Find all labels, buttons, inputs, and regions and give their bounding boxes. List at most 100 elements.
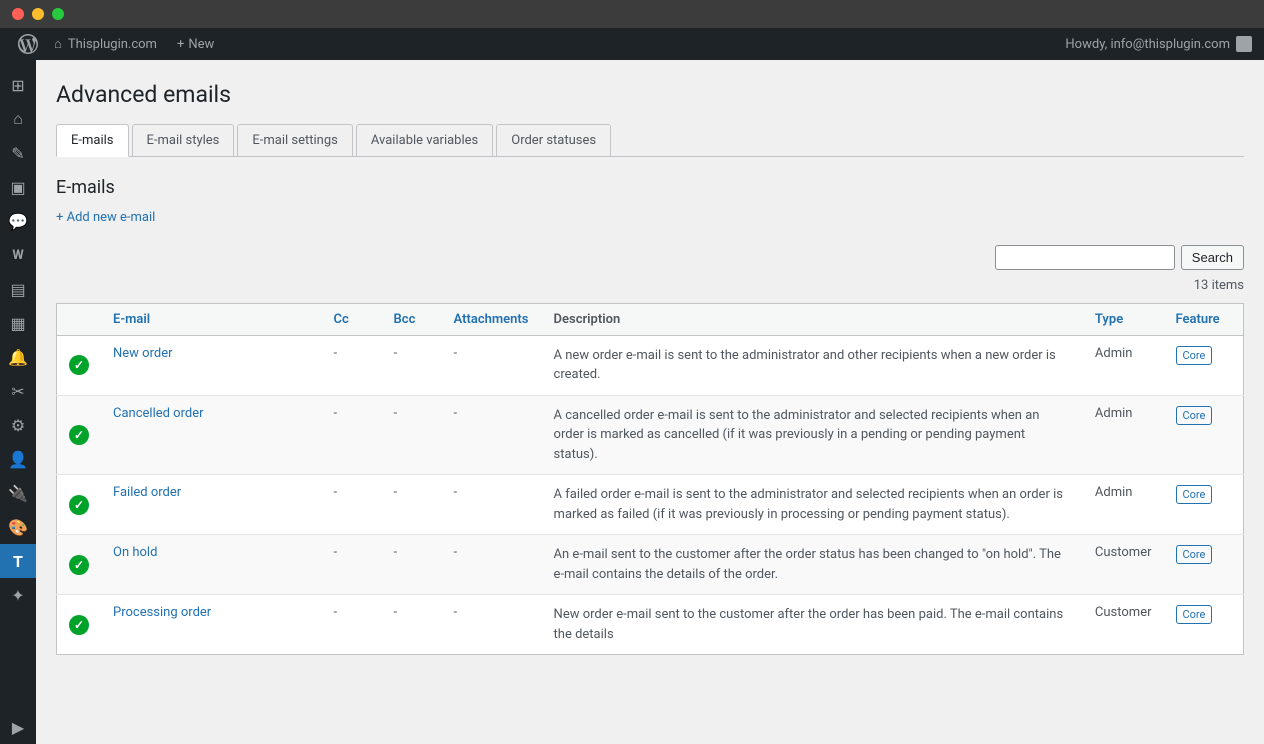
feature-cell: Core [1164, 535, 1244, 595]
email-name-link[interactable]: On hold [113, 545, 157, 560]
search-bar: Search [56, 245, 1244, 270]
status-cell [57, 535, 102, 595]
media-icon: ▣ [10, 178, 25, 197]
col-cc[interactable]: Cc [322, 303, 382, 335]
email-name-cell[interactable]: On hold [101, 535, 322, 595]
sidebar-item-collapse[interactable]: ▶ [0, 710, 36, 744]
minimize-button[interactable] [32, 8, 44, 20]
sidebar-item-pages[interactable]: ▤ [0, 272, 36, 306]
bcc-cell: - [382, 595, 442, 655]
extra-icon: ✦ [11, 586, 24, 605]
table-row: Failed order---A failed order e-mail is … [57, 475, 1244, 535]
sidebar-item-users[interactable]: 👤 [0, 442, 36, 476]
sidebar-item-woocommerce[interactable]: W [0, 238, 36, 272]
feature-cell: Core [1164, 395, 1244, 475]
col-bcc[interactable]: Bcc [382, 303, 442, 335]
avatar [1236, 36, 1252, 52]
attachments-cell: - [442, 535, 542, 595]
sidebar-item-settings[interactable]: ⚙ [0, 408, 36, 442]
type-cell: Customer [1083, 535, 1164, 595]
analytics-icon: ▦ [10, 314, 25, 333]
feature-cell: Core [1164, 475, 1244, 535]
sidebar-item-advanced-emails[interactable]: T [0, 544, 36, 578]
sidebar-item-analytics[interactable]: ▦ [0, 306, 36, 340]
status-active-icon [69, 425, 89, 445]
type-cell: Admin [1083, 335, 1164, 395]
add-new-email-link[interactable]: + Add new e-mail [56, 210, 155, 225]
site-name[interactable]: ⌂ Thisplugin.com [44, 36, 167, 52]
status-active-icon [69, 495, 89, 515]
col-type[interactable]: Type [1083, 303, 1164, 335]
col-feature[interactable]: Feature [1164, 303, 1244, 335]
table-row: Processing order---New order e-mail sent… [57, 595, 1244, 655]
tools-icon: ✂ [11, 382, 24, 401]
page-title: Advanced emails [56, 80, 1244, 110]
email-name-link[interactable]: Failed order [113, 485, 181, 500]
email-name-cell[interactable]: New order [101, 335, 322, 395]
core-badge: Core [1176, 605, 1213, 624]
sidebar-item-posts[interactable]: ✎ [0, 136, 36, 170]
sidebar-item-notifications[interactable]: 🔔 [0, 340, 36, 374]
bcc-cell: - [382, 335, 442, 395]
table-row: On hold---An e-mail sent to the customer… [57, 535, 1244, 595]
email-name-link[interactable]: New order [113, 346, 173, 361]
tab-email-settings[interactable]: E-mail settings [237, 124, 352, 156]
status-active-icon [69, 615, 89, 635]
settings-icon: ⚙ [11, 416, 25, 435]
sidebar-item-plugins[interactable]: 🔌 [0, 476, 36, 510]
sidebar-item-media[interactable]: ▣ [0, 170, 36, 204]
email-name-cell[interactable]: Failed order [101, 475, 322, 535]
email-name-link[interactable]: Cancelled order [113, 406, 204, 421]
search-input[interactable] [995, 245, 1175, 270]
sidebar-item-tools[interactable]: ✂ [0, 374, 36, 408]
tab-emails[interactable]: E-mails [56, 124, 129, 157]
description-cell: A new order e-mail is sent to the admini… [542, 335, 1083, 395]
tab-email-styles[interactable]: E-mail styles [132, 124, 235, 156]
home-icon: ⌂ [54, 36, 62, 52]
sidebar-item-appearance[interactable]: 🎨 [0, 510, 36, 544]
sidebar: ⊞ ⌂ ✎ ▣ 💬 W ▤ ▦ 🔔 ✂ ⚙ 👤 🔌 🎨 T ✦ ▶ [0, 60, 36, 744]
sidebar-item-comments[interactable]: 💬 [0, 204, 36, 238]
sidebar-item-wp[interactable]: ⊞ [0, 68, 36, 102]
core-badge: Core [1176, 545, 1213, 564]
maximize-button[interactable] [52, 8, 64, 20]
close-button[interactable] [12, 8, 24, 20]
cc-cell: - [322, 595, 382, 655]
status-cell [57, 335, 102, 395]
core-badge: Core [1176, 406, 1213, 425]
email-name-cell[interactable]: Processing order [101, 595, 322, 655]
comments-icon: 💬 [8, 212, 28, 231]
table-row: New order---A new order e-mail is sent t… [57, 335, 1244, 395]
status-cell [57, 595, 102, 655]
feature-cell: Core [1164, 595, 1244, 655]
type-cell: Customer [1083, 595, 1164, 655]
status-active-icon [69, 555, 89, 575]
tab-available-variables[interactable]: Available variables [356, 124, 493, 156]
core-badge: Core [1176, 485, 1213, 504]
email-name-link[interactable]: Processing order [113, 605, 211, 620]
col-status [57, 303, 102, 335]
window-chrome [0, 0, 1264, 28]
col-attachments[interactable]: Attachments [442, 303, 542, 335]
sidebar-item-dashboard[interactable]: ⌂ [0, 102, 36, 136]
description-cell: A cancelled order e-mail is sent to the … [542, 395, 1083, 475]
pages-icon: ▤ [10, 280, 25, 299]
users-icon: 👤 [8, 450, 28, 469]
section-title: E-mails [56, 177, 1244, 198]
new-content[interactable]: + New [167, 37, 224, 52]
admin-bar-right: Howdy, info@thisplugin.com [1065, 36, 1252, 52]
wp-logo[interactable] [12, 28, 44, 60]
description-cell: New order e-mail sent to the customer af… [542, 595, 1083, 655]
sidebar-item-extra[interactable]: ✦ [0, 578, 36, 612]
search-button[interactable]: Search [1181, 245, 1244, 270]
col-email[interactable]: E-mail [101, 303, 322, 335]
tab-order-statuses[interactable]: Order statuses [496, 124, 611, 156]
attachments-cell: - [442, 595, 542, 655]
attachments-cell: - [442, 335, 542, 395]
appearance-icon: 🎨 [8, 518, 28, 537]
type-cell: Admin [1083, 395, 1164, 475]
cc-cell: - [322, 475, 382, 535]
cc-cell: - [322, 395, 382, 475]
bcc-cell: - [382, 475, 442, 535]
email-name-cell[interactable]: Cancelled order [101, 395, 322, 475]
